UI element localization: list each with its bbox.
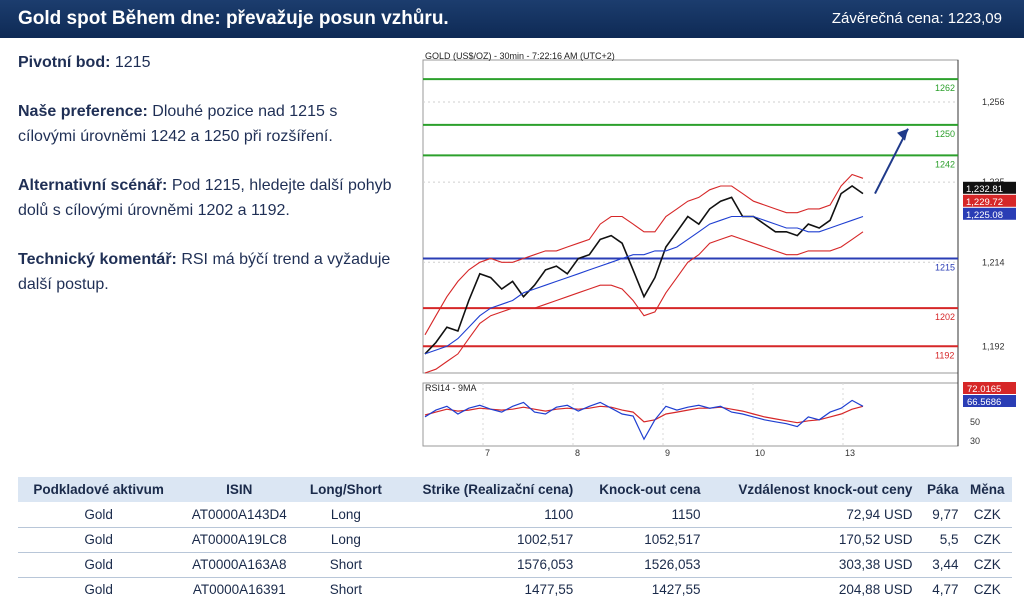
rsi-badge-label: 72.0165	[967, 384, 1001, 395]
level-label-1262: 1262	[935, 83, 955, 93]
pivot-label: Pivotní bod:	[18, 54, 111, 71]
cell-asset: Gold	[18, 577, 180, 600]
cell-currency: CZK	[962, 502, 1012, 528]
cell-distance: 72,94 USD	[704, 502, 917, 528]
pivot-paragraph: Pivotní bod: 1215	[18, 50, 398, 75]
chart-svg: GOLD (US$/OZ) - 30min - 7:22:16 AM (UTC+…	[422, 51, 1016, 458]
cell-distance: 170,52 USD	[704, 527, 917, 553]
cell-asset: Gold	[18, 552, 180, 578]
col-header-knockout: Knock-out cena	[577, 477, 705, 502]
cell-strike: 1002,517	[392, 527, 578, 553]
table-row: Gold AT0000A163A8 Short 1576,053 1526,05…	[18, 552, 1012, 578]
analysis-panel: Pivotní bod: 1215 Naše preference: Dlouh…	[18, 50, 398, 321]
cell-strike: 1100	[392, 502, 578, 528]
rsi-badge-label: 66.5686	[967, 397, 1001, 408]
cell-leverage: 4,77	[916, 577, 963, 600]
x-tick-label: 9	[665, 448, 670, 458]
cell-knockout: 1526,053	[577, 552, 705, 578]
chart-title: GOLD (US$/OZ) - 30min - 7:22:16 AM (UTC+…	[425, 51, 615, 61]
table-row: Gold AT0000A16391 Short 1477,55 1427,55 …	[18, 577, 1012, 600]
table-header-row: Podkladové aktivum ISIN Long/Short Strik…	[18, 477, 1012, 502]
rsi-title: RSI14 - 9MA	[425, 383, 477, 393]
cell-isin: AT0000A16391	[179, 577, 300, 600]
price-badge-label: 1,232.81	[966, 184, 1003, 195]
cell-isin: AT0000A19LC8	[179, 527, 300, 553]
level-label-1215: 1215	[935, 262, 955, 272]
level-label-1250: 1250	[935, 129, 955, 139]
col-header-direction: Long/Short	[299, 477, 393, 502]
cell-asset: Gold	[18, 527, 180, 553]
cell-strike: 1576,053	[392, 552, 578, 578]
level-label-1242: 1242	[935, 159, 955, 169]
x-tick-label: 10	[755, 448, 765, 458]
cell-leverage: 9,77	[916, 502, 963, 528]
cell-distance: 303,38 USD	[704, 552, 917, 578]
alternative-label: Alternativní scénář:	[18, 177, 168, 194]
close-price: Závěrečná cena: 1223,09	[831, 10, 1002, 27]
main-panel-frame	[422, 59, 959, 374]
rsi-panel-frame	[422, 382, 959, 447]
col-header-strike: Strike (Realizační cena)	[392, 477, 578, 502]
alternative-paragraph: Alternativní scénář: Pod 1215, hledejte …	[18, 173, 398, 223]
col-header-asset: Podkladové aktivum	[18, 477, 180, 502]
x-tick-label: 8	[575, 448, 580, 458]
cell-direction: Short	[299, 577, 393, 600]
gold-chart: GOLD (US$/OZ) - 30min - 7:22:16 AM (UTC+…	[418, 48, 1018, 458]
rsi-tick-label: 30	[970, 436, 980, 446]
price-badge-label: 1,229.72	[966, 197, 1003, 208]
cell-knockout: 1427,55	[577, 577, 705, 600]
cell-direction: Short	[299, 552, 393, 578]
col-header-currency: Měna	[962, 477, 1012, 502]
cell-direction: Long	[299, 502, 393, 528]
level-label-1192: 1192	[935, 350, 954, 360]
cell-knockout: 1052,517	[577, 527, 705, 553]
cell-leverage: 3,44	[916, 552, 963, 578]
preference-label: Naše preference:	[18, 103, 148, 120]
technical-paragraph: Technický komentář: RSI má býčí trend a …	[18, 247, 398, 297]
col-header-leverage: Páka	[916, 477, 963, 502]
x-tick-label: 7	[485, 448, 490, 458]
page-title: Gold spot Během dne: převažuje posun vzh…	[18, 8, 449, 29]
y-tick-label: 1,192	[982, 341, 1005, 351]
price-badge-label: 1,225.08	[966, 210, 1003, 221]
table-row: Gold AT0000A143D4 Long 1100 1150 72,94 U…	[18, 502, 1012, 528]
technical-label: Technický komentář:	[18, 251, 177, 268]
table-row: Gold AT0000A19LC8 Long 1002,517 1052,517…	[18, 527, 1012, 553]
rsi-tick-label: 50	[970, 417, 980, 427]
cell-direction: Long	[299, 527, 393, 553]
cell-knockout: 1150	[577, 502, 705, 528]
cell-currency: CZK	[962, 577, 1012, 600]
cell-currency: CZK	[962, 527, 1012, 553]
header-bar: Gold spot Během dne: převažuje posun vzh…	[0, 0, 1024, 38]
cell-strike: 1477,55	[392, 577, 578, 600]
x-tick-label: 13	[845, 448, 855, 458]
products-table: Podkladové aktivum ISIN Long/Short Strik…	[18, 477, 1012, 600]
cell-isin: AT0000A143D4	[179, 502, 300, 528]
cell-currency: CZK	[962, 552, 1012, 578]
cell-distance: 204,88 USD	[704, 577, 917, 600]
pivot-value: 1215	[110, 54, 151, 71]
level-label-1202: 1202	[935, 312, 955, 322]
cell-isin: AT0000A163A8	[179, 552, 300, 578]
col-header-distance: Vzdálenost knock-out ceny	[704, 477, 917, 502]
cell-asset: Gold	[18, 502, 180, 528]
cell-leverage: 5,5	[916, 527, 963, 553]
y-tick-label: 1,214	[982, 257, 1005, 267]
y-tick-label: 1,256	[982, 97, 1005, 107]
col-header-isin: ISIN	[179, 477, 300, 502]
preference-paragraph: Naše preference: Dlouhé pozice nad 1215 …	[18, 99, 398, 149]
